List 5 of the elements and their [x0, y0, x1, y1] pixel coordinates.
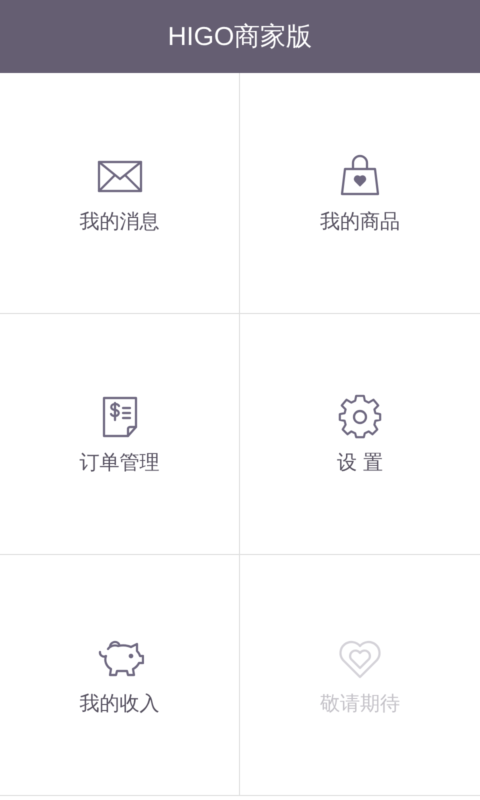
menu-tile[interactable]: 我的收入: [0, 555, 240, 796]
menu-tile[interactable]: 订单管理: [0, 314, 240, 555]
app-title: HIGO商家版: [168, 20, 312, 53]
menu-tile[interactable]: 我的消息: [0, 73, 240, 314]
settings-icon: [336, 392, 384, 440]
